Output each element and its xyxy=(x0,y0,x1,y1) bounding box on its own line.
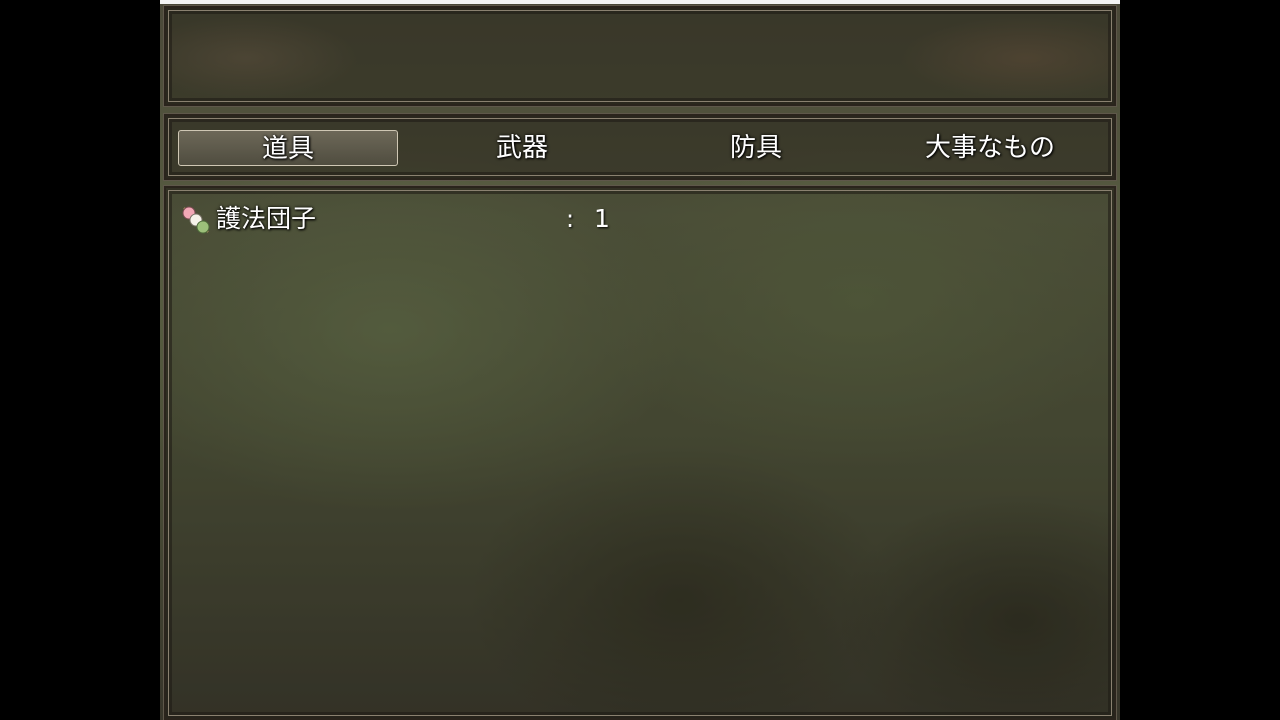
item-name: 護法団子 xyxy=(216,204,317,233)
category-tab-armor[interactable]: 防具 xyxy=(646,130,866,166)
category-tab-key-items[interactable]: 大事なもの xyxy=(880,130,1100,166)
dango-icon xyxy=(182,206,210,234)
help-window xyxy=(164,6,1116,106)
item-list-window: 護法団子 : 1 xyxy=(164,186,1116,720)
item-count: 1 xyxy=(594,204,610,233)
top-edge-bar xyxy=(160,0,1120,4)
category-tab-items[interactable]: 道具 xyxy=(178,130,398,166)
game-screen: 道具 武器 防具 大事なもの 護法団子 : 1 xyxy=(160,0,1120,720)
list-item[interactable]: 護法団子 : 1 xyxy=(180,202,640,236)
category-tab-weapons[interactable]: 武器 xyxy=(412,130,632,166)
category-window: 道具 武器 防具 大事なもの xyxy=(164,114,1116,180)
item-count-separator: : xyxy=(566,205,575,233)
